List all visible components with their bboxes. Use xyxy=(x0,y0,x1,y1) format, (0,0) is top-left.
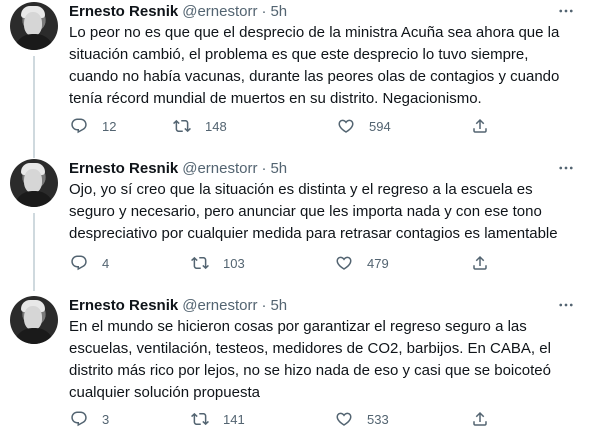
separator-dot: · xyxy=(261,296,267,314)
reply-count: 4 xyxy=(102,255,110,271)
tweet-actions: 4 103 479 xyxy=(69,253,489,273)
tweet-actions: 3 141 533 xyxy=(69,409,489,429)
share-icon xyxy=(473,118,487,133)
timestamp[interactable]: 5h xyxy=(270,160,287,177)
tweet-text: Lo peor no es que que el desprecio de la… xyxy=(69,24,560,107)
separator-dot: · xyxy=(261,2,267,20)
more-horizontal-icon[interactable] xyxy=(557,296,575,314)
author-name[interactable]: Ernesto Resnik xyxy=(69,297,178,314)
reply-button[interactable]: 3 xyxy=(70,409,109,429)
like-count: 479 xyxy=(367,255,389,271)
like-button[interactable]: 533 xyxy=(335,409,389,429)
tweet-text: En el mundo se hicieron cosas por garant… xyxy=(69,318,551,401)
like-button[interactable]: 594 xyxy=(337,116,391,136)
tweet[interactable]: Ernesto Resnik @ernestorr · 5h Ojo, yo s… xyxy=(0,157,589,285)
retweet-icon xyxy=(191,256,209,270)
retweet-button[interactable]: 141 xyxy=(191,409,245,429)
retweet-icon xyxy=(173,119,191,133)
author-handle[interactable]: @ernestorr xyxy=(182,160,257,177)
reply-count: 3 xyxy=(102,411,110,427)
reply-icon xyxy=(71,411,87,427)
share-icon xyxy=(473,255,487,270)
share-icon xyxy=(473,411,487,426)
reply-count: 12 xyxy=(102,118,117,134)
reply-button[interactable]: 4 xyxy=(70,253,109,273)
retweet-icon xyxy=(191,412,209,426)
heart-icon xyxy=(338,119,354,133)
tweet-text: Ojo, yo sí creo que la situación es dist… xyxy=(69,181,558,242)
like-count: 533 xyxy=(367,411,389,427)
author-handle[interactable]: @ernestorr xyxy=(182,297,257,314)
like-count: 594 xyxy=(369,118,391,134)
retweet-button[interactable]: 103 xyxy=(191,253,245,273)
like-button[interactable]: 479 xyxy=(335,253,389,273)
separator-dot: · xyxy=(261,159,267,177)
tweet[interactable]: Ernesto Resnik @ernestorr · 5h En el mun… xyxy=(0,295,589,445)
author-name[interactable]: Ernesto Resnik xyxy=(69,160,178,177)
timestamp[interactable]: 5h xyxy=(270,3,287,20)
reply-icon xyxy=(71,255,87,271)
retweet-count: 148 xyxy=(205,118,227,134)
share-button[interactable] xyxy=(471,409,489,429)
share-button[interactable] xyxy=(471,116,489,136)
author-handle[interactable]: @ernestorr xyxy=(182,3,257,20)
share-button[interactable] xyxy=(471,253,489,273)
more-horizontal-icon[interactable] xyxy=(557,159,575,177)
retweet-count: 141 xyxy=(223,411,245,427)
timestamp[interactable]: 5h xyxy=(270,297,287,314)
reply-button[interactable]: 12 xyxy=(70,116,116,136)
tweet-actions: 12 148 594 xyxy=(69,116,489,136)
avatar[interactable] xyxy=(10,2,58,50)
heart-icon xyxy=(336,412,352,426)
more-horizontal-icon[interactable] xyxy=(557,2,575,20)
avatar[interactable] xyxy=(10,159,58,207)
tweet[interactable]: Ernesto Resnik @ernestorr · 5h Lo peor n… xyxy=(0,0,589,150)
reply-icon xyxy=(71,118,87,134)
avatar[interactable] xyxy=(10,296,58,344)
retweet-count: 103 xyxy=(223,255,245,271)
heart-icon xyxy=(336,256,352,270)
retweet-button[interactable]: 148 xyxy=(173,116,227,136)
author-name[interactable]: Ernesto Resnik xyxy=(69,3,178,20)
